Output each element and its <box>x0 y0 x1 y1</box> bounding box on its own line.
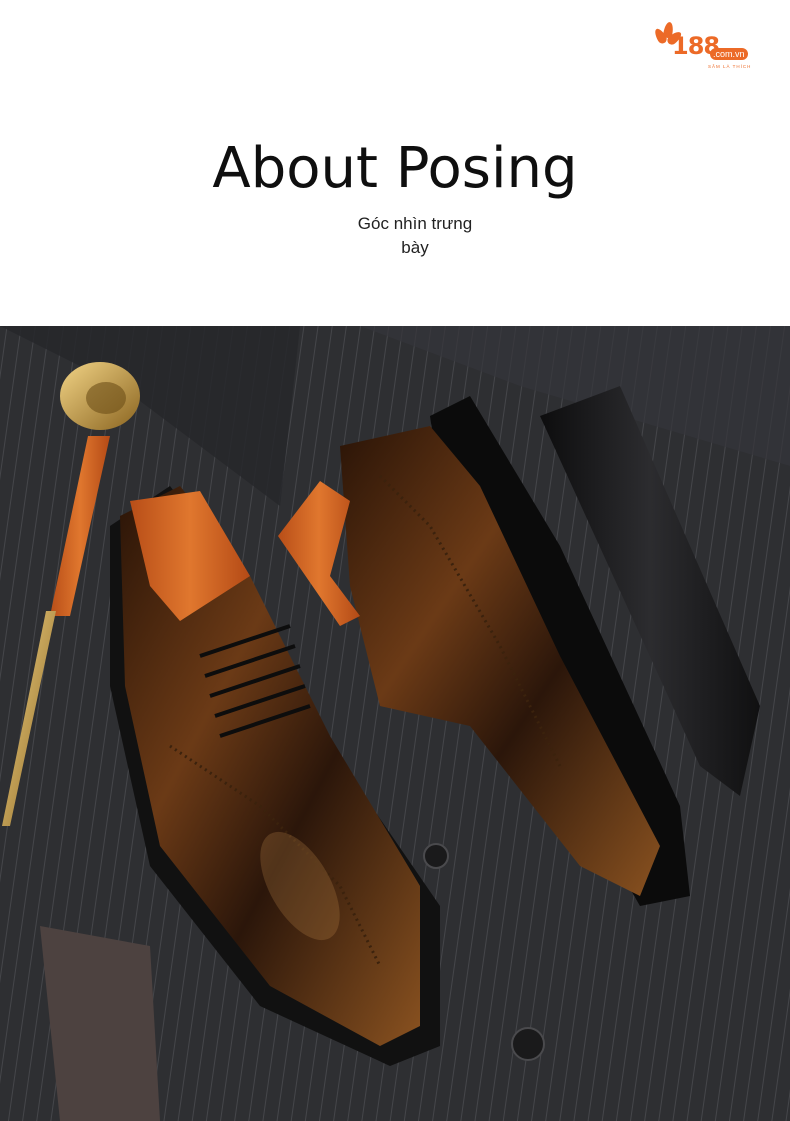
suit-button <box>423 843 449 869</box>
leather-patch <box>40 926 160 1121</box>
logo-tagline: SẮM LÀ THÍCH <box>708 64 752 69</box>
page-subtitle: Góc nhìn trưng bày <box>340 212 490 260</box>
brand-logo[interactable]: 188 .com.vn SẮM LÀ THÍCH <box>650 21 774 74</box>
suit-button <box>511 1027 545 1061</box>
page-title: About Posing <box>212 136 578 201</box>
product-photo <box>0 326 790 1121</box>
subtitle-line: bày <box>401 238 429 257</box>
cane-handle-shadow <box>86 382 126 414</box>
subtitle-line: Góc nhìn trưng <box>357 214 473 233</box>
logo-domain: .com.vn <box>710 48 748 60</box>
